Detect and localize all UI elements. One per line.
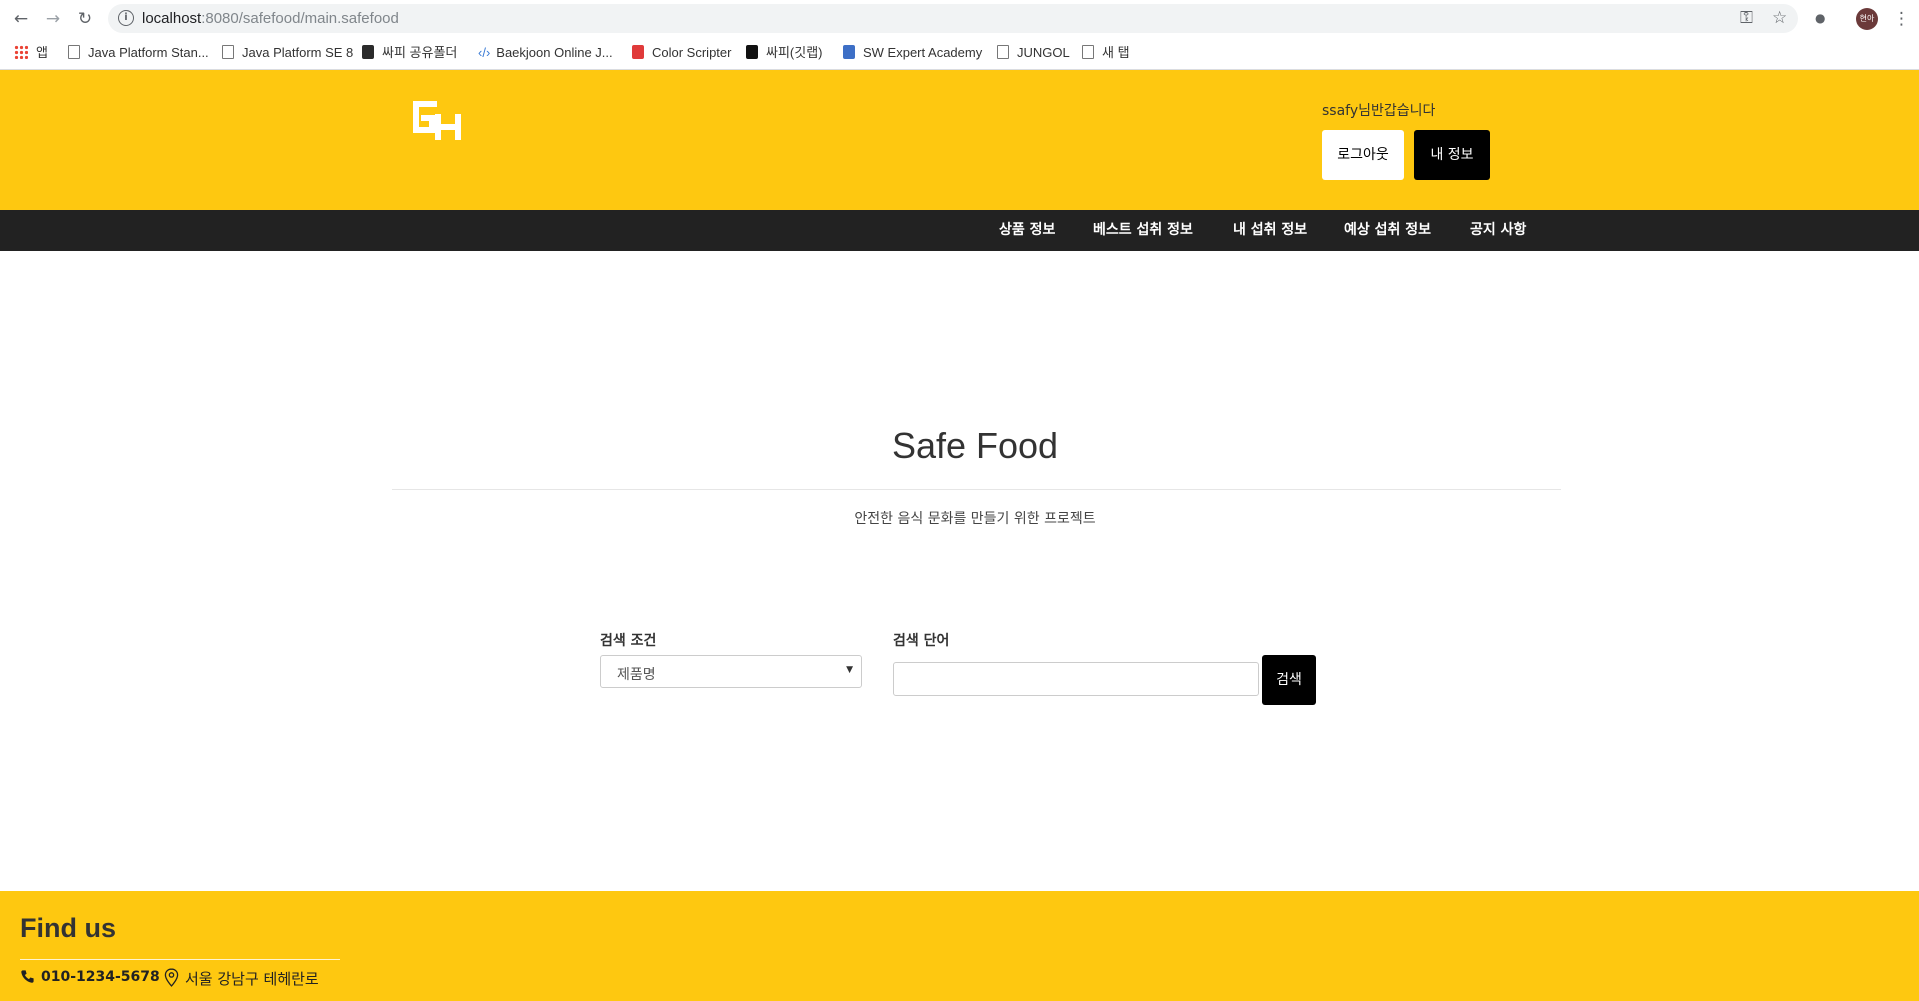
- address-bar[interactable]: i localhost:8080/safefood/main.safefood: [108, 4, 1798, 33]
- url-text: localhost:8080/safefood/main.safefood: [142, 10, 399, 27]
- apps-grid-icon: [14, 45, 28, 59]
- nav-item-products[interactable]: 상품 정보: [999, 210, 1055, 251]
- terminal-icon: [746, 45, 758, 59]
- bookmark-jungol[interactable]: JUNGOL: [997, 44, 1070, 62]
- page-icon: [1082, 45, 1094, 59]
- more-menu-icon[interactable]: ⋮: [1893, 8, 1910, 30]
- greeting-text: ssafy님반갑습니다: [1322, 103, 1436, 119]
- star-icon[interactable]: ☆: [1772, 7, 1787, 29]
- search-input[interactable]: [893, 662, 1259, 696]
- search-term-label: 검색 단어: [893, 633, 950, 649]
- nav-item-my-intake[interactable]: 내 섭취 정보: [1233, 210, 1307, 251]
- footer-title: Find us: [20, 913, 116, 943]
- nav-item-expected-intake[interactable]: 예상 섭취 정보: [1344, 210, 1431, 251]
- logout-button[interactable]: 로그아웃: [1322, 130, 1404, 180]
- bookmark-sw-expert-academy[interactable]: SW Expert Academy: [843, 44, 982, 62]
- key-icon[interactable]: ⚿: [1740, 7, 1753, 29]
- bookmark-ssafy-share[interactable]: 싸피 공유폴더: [362, 44, 457, 62]
- bookmark-new-tab[interactable]: 새 탭: [1082, 44, 1130, 62]
- map-pin-icon: [164, 968, 179, 987]
- bookmark-baekjoon[interactable]: ‹/› Baekjoon Online J...: [478, 44, 613, 62]
- main-nav: 상품 정보 베스트 섭취 정보 내 섭취 정보 예상 섭취 정보 공지 사항: [0, 210, 1919, 251]
- dropdown-arrow-icon: ▼: [846, 665, 853, 675]
- code-icon: ‹/›: [478, 45, 491, 60]
- nav-item-notice[interactable]: 공지 사항: [1470, 210, 1526, 251]
- bookmark-java-platform-se8[interactable]: Java Platform SE 8: [222, 44, 353, 62]
- page-subtitle: 안전한 음식 문화를 만들기 위한 프로젝트: [854, 511, 1096, 527]
- search-condition-label: 검색 조건: [600, 633, 657, 649]
- divider: [392, 489, 1561, 490]
- bookmark-apps[interactable]: 앱: [14, 44, 48, 62]
- search-button[interactable]: 검색: [1262, 655, 1316, 705]
- site-footer: Find us 010-1234-5678 서울 강남구 테헤란로: [0, 891, 1919, 1001]
- info-icon[interactable]: i: [118, 10, 134, 26]
- back-arrow-icon[interactable]: ←: [10, 8, 32, 30]
- search-condition-select[interactable]: 제품명 ▼: [600, 655, 862, 688]
- phone-icon: [21, 970, 34, 983]
- footer-divider: [20, 959, 340, 960]
- footer-phone: 010-1234-5678: [20, 969, 160, 985]
- selected-option: 제품명: [617, 667, 656, 683]
- bookmarks-bar: 앱 Java Platform Stan... Java Platform SE…: [0, 37, 1919, 70]
- avatar[interactable]: 현아: [1856, 8, 1878, 30]
- swea-icon: [843, 45, 855, 59]
- site-header: ssafy님반갑습니다 로그아웃 내 정보: [0, 70, 1919, 210]
- page-icon: [997, 45, 1009, 59]
- footer-address: 서울 강남구 테헤란로: [164, 968, 319, 989]
- page-title: Safe Food: [891, 425, 1059, 466]
- bookmark-java-platform-standard[interactable]: Java Platform Stan...: [68, 44, 209, 62]
- extension-icon[interactable]: ●: [1815, 7, 1825, 29]
- bookmark-ssafy-gitlab[interactable]: 싸피(깃랩): [746, 44, 823, 62]
- page-icon: [68, 45, 80, 59]
- my-info-button[interactable]: 내 정보: [1414, 130, 1490, 180]
- nav-item-best-intake[interactable]: 베스트 섭취 정보: [1093, 210, 1193, 251]
- forward-arrow-icon[interactable]: →: [42, 8, 64, 30]
- page-icon: [222, 45, 234, 59]
- reload-icon[interactable]: ↻: [74, 8, 96, 30]
- bookmark-color-scripter[interactable]: Color Scripter: [632, 44, 731, 62]
- color-scripter-icon: [632, 45, 644, 59]
- gh-logo-icon[interactable]: [410, 96, 464, 144]
- nas-icon: [362, 45, 374, 59]
- browser-toolbar: ← → ↻ i localhost:8080/safefood/main.saf…: [0, 0, 1919, 37]
